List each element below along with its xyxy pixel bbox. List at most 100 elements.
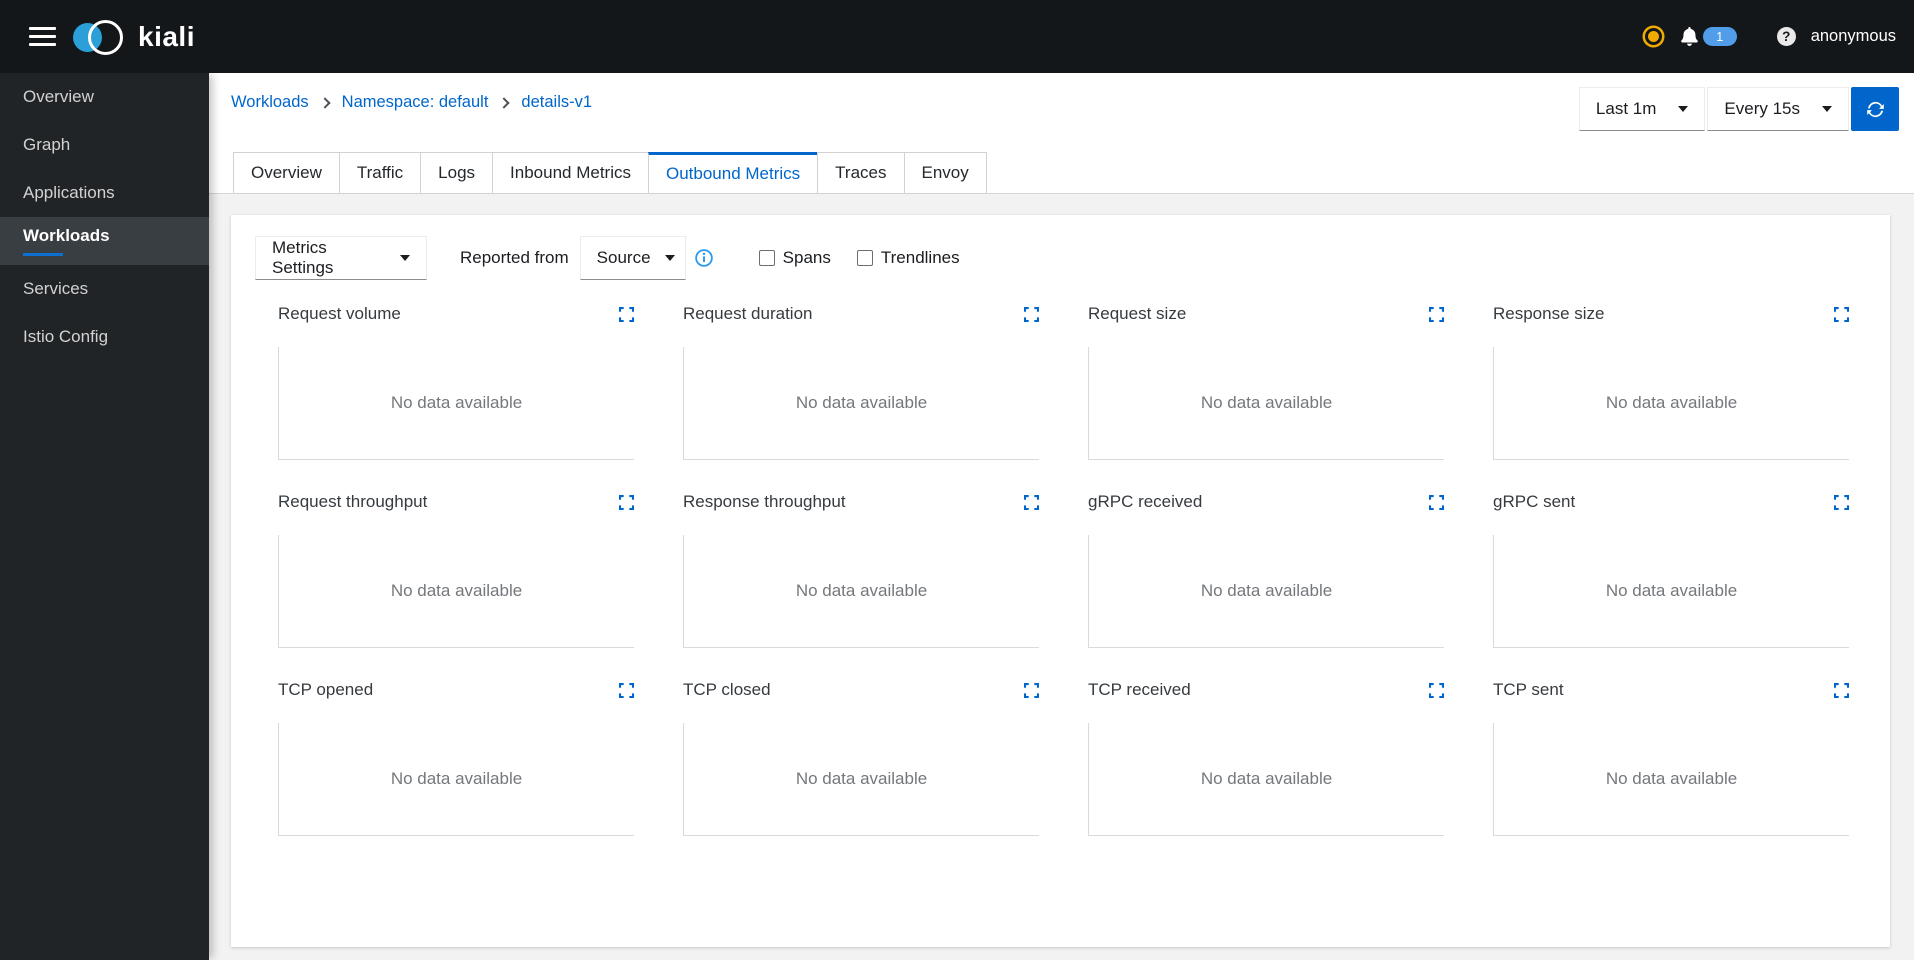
sidebar-item-applications[interactable]: Applications (0, 169, 209, 217)
chart-area: No data available (1493, 347, 1849, 460)
tab-traces[interactable]: Traces (817, 152, 905, 194)
reporter-select[interactable]: Source (579, 236, 686, 280)
sidebar-nav: Overview Graph Applications Workloads Se… (0, 73, 209, 960)
spans-label: Spans (782, 248, 831, 267)
charts-grid: Request volume No data available Request… (278, 304, 1850, 836)
chart-title: Response size (1493, 304, 1605, 323)
chart-title: Request duration (683, 304, 813, 323)
sidebar-item-graph[interactable]: Graph (0, 121, 209, 169)
breadcrumb-link-workload-name[interactable]: details-v1 (521, 93, 592, 112)
metrics-toolbar: Metrics Settings Reported from Source Sp… (231, 215, 1890, 280)
kiali-logo-icon (73, 18, 129, 56)
expand-icon[interactable] (1834, 682, 1849, 698)
chart-card-response-size: Response size No data available (1493, 304, 1849, 460)
masthead: kiali 1 anonymous (0, 0, 1914, 73)
chart-title: TCP opened (278, 680, 374, 699)
chart-area: No data available (683, 535, 1039, 648)
mesh-status-icon[interactable] (1647, 31, 1659, 42)
main-layout: Overview Graph Applications Workloads Se… (0, 73, 1914, 960)
expand-icon[interactable] (1024, 494, 1039, 510)
sidebar-item-services[interactable]: Services (0, 265, 209, 313)
sidebar-item-label: Applications (23, 183, 115, 202)
expand-icon[interactable] (1429, 494, 1444, 510)
expand-icon[interactable] (1429, 682, 1444, 698)
user-menu[interactable]: anonymous (1811, 27, 1896, 46)
caret-down-icon (664, 255, 675, 261)
chart-title: Request volume (278, 304, 401, 323)
metrics-card: Metrics Settings Reported from Source Sp… (231, 215, 1890, 947)
refresh-interval-value: Every 15s (1724, 99, 1800, 118)
no-data-text: No data available (1200, 393, 1333, 412)
sidebar-item-label: Services (23, 279, 89, 298)
sidebar-item-overview[interactable]: Overview (0, 73, 209, 121)
chart-card-tcp-sent: TCP sent No data available (1493, 680, 1849, 836)
spans-checkbox-label[interactable]: Spans (758, 248, 831, 268)
help-icon[interactable] (1776, 27, 1796, 46)
tab-outbound-metrics[interactable]: Outbound Metrics (647, 152, 819, 194)
no-data-text: No data available (795, 393, 928, 412)
expand-icon[interactable] (619, 682, 634, 698)
chart-card-tcp-opened: TCP opened No data available (278, 680, 634, 836)
spans-checkbox[interactable] (758, 250, 775, 266)
menu-toggle-icon[interactable] (29, 22, 56, 51)
chart-area: No data available (1088, 723, 1444, 836)
sidebar-item-label: Graph (23, 135, 71, 154)
breadcrumb: Workloads Namespace: default details-v1 (231, 93, 592, 112)
metrics-settings-dropdown[interactable]: Metrics Settings (255, 236, 427, 280)
sidebar-item-workloads[interactable]: Workloads (0, 217, 209, 265)
duration-value: Last 1m (1595, 99, 1657, 118)
chart-title: Request size (1088, 304, 1187, 323)
caret-down-icon (400, 255, 410, 261)
chart-title: TCP sent (1493, 680, 1564, 699)
chart-options: Spans Trendlines (758, 248, 960, 268)
no-data-text: No data available (390, 581, 523, 600)
content-area: Workloads Namespace: default details-v1 … (209, 73, 1914, 960)
reported-from-label: Reported from (460, 248, 569, 267)
tab-label: Traffic (356, 163, 404, 182)
breadcrumb-link-namespace[interactable]: Namespace: default (342, 93, 489, 112)
duration-select[interactable]: Last 1m (1578, 87, 1706, 131)
expand-icon[interactable] (1024, 682, 1039, 698)
chart-area: No data available (278, 347, 634, 460)
sidebar-item-istio-config[interactable]: Istio Config (0, 313, 209, 361)
chart-area: No data available (1088, 347, 1444, 460)
chart-title: TCP received (1088, 680, 1191, 699)
expand-icon[interactable] (619, 306, 634, 322)
tab-overview[interactable]: Overview (233, 152, 340, 194)
tab-logs[interactable]: Logs (420, 152, 494, 194)
caret-down-icon (1678, 106, 1689, 112)
tab-label: Traces (835, 163, 887, 182)
reporter-value: Source (596, 248, 651, 267)
tab-envoy[interactable]: Envoy (903, 152, 987, 194)
trendlines-checkbox[interactable] (856, 250, 873, 266)
notifications-button[interactable]: 1 (1680, 27, 1737, 46)
chart-area: No data available (1493, 535, 1849, 648)
tab-traffic[interactable]: Traffic (338, 152, 422, 194)
sync-icon (1866, 100, 1885, 119)
trendlines-checkbox-label[interactable]: Trendlines (856, 248, 960, 268)
expand-icon[interactable] (1429, 306, 1444, 322)
chart-area: No data available (278, 535, 634, 648)
refresh-button[interactable] (1851, 87, 1899, 131)
expand-icon[interactable] (1834, 494, 1849, 510)
active-indicator (23, 253, 63, 256)
brand[interactable]: kiali (73, 18, 195, 56)
expand-icon[interactable] (619, 494, 634, 510)
tab-label: Outbound Metrics (665, 164, 801, 183)
refresh-interval-select[interactable]: Every 15s (1707, 87, 1849, 131)
chart-area: No data available (1493, 723, 1849, 836)
page-header: Workloads Namespace: default details-v1 … (209, 73, 1914, 194)
breadcrumb-link-workloads[interactable]: Workloads (231, 93, 309, 112)
angle-right-icon (318, 96, 331, 109)
chart-area: No data available (683, 723, 1039, 836)
info-icon[interactable] (694, 249, 713, 267)
expand-icon[interactable] (1024, 306, 1039, 322)
chart-area: No data available (683, 347, 1039, 460)
tab-inbound-metrics[interactable]: Inbound Metrics (492, 152, 649, 194)
brand-name: kiali (138, 20, 195, 52)
chart-area: No data available (278, 723, 634, 836)
no-data-text: No data available (795, 769, 928, 788)
expand-icon[interactable] (1834, 306, 1849, 322)
chart-card-grpc-sent: gRPC sent No data available (1493, 492, 1849, 648)
no-data-text: No data available (795, 581, 928, 600)
